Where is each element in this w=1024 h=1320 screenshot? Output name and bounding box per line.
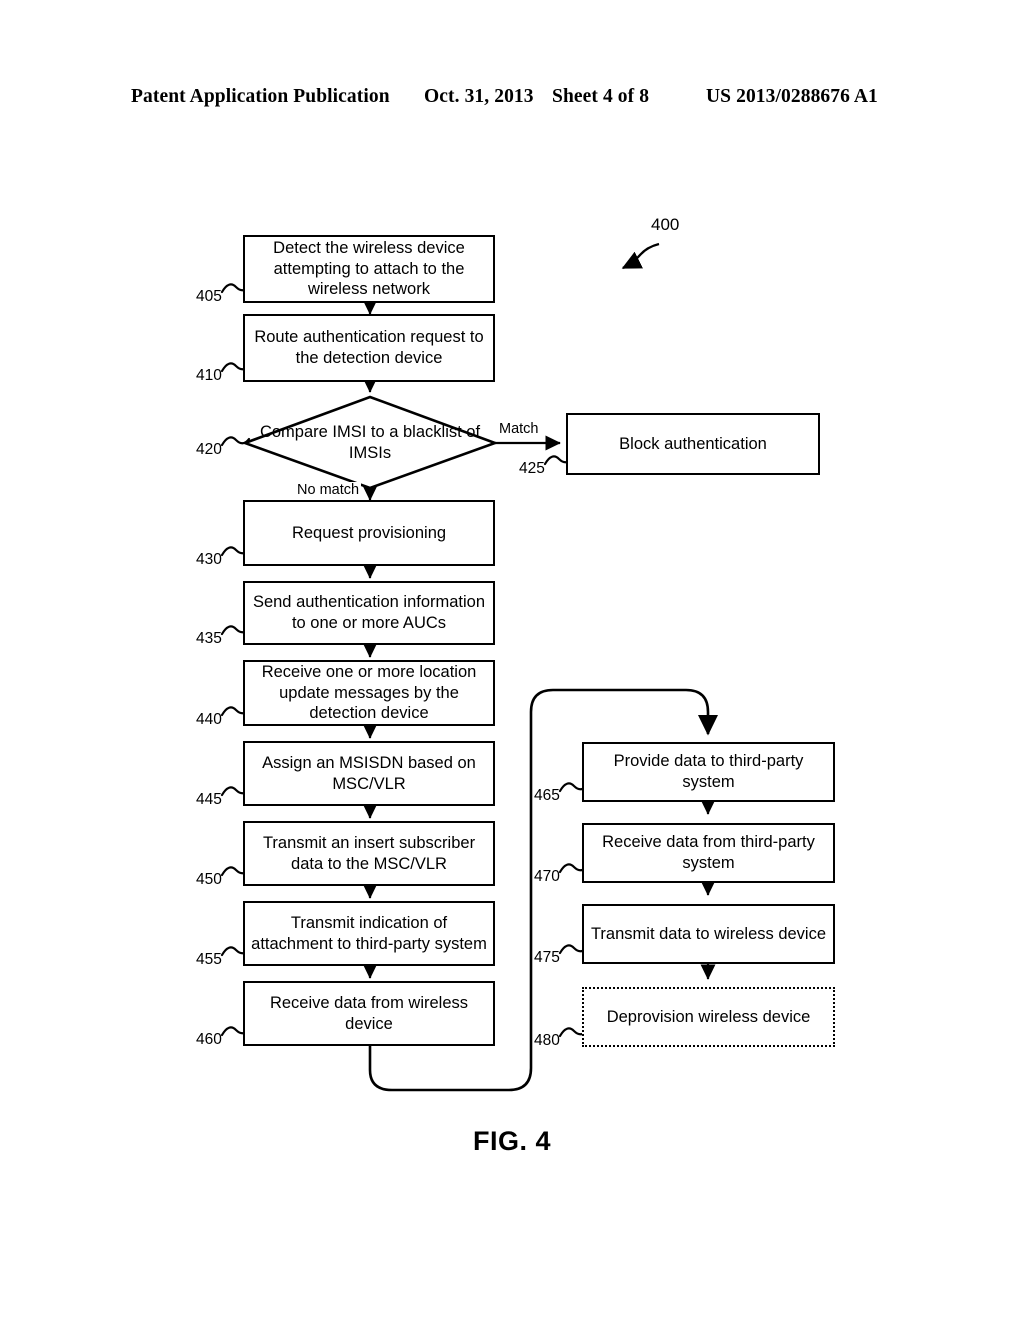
figure-caption: FIG. 4	[472, 1126, 551, 1156]
node-405-detect-wireless-device: Detect the wireless device attempting to…	[243, 235, 495, 303]
refnum-445: 445	[196, 791, 222, 808]
refnum-460: 460	[196, 1031, 222, 1048]
refnum-440: 440	[196, 711, 222, 728]
node-410-label: Route authentication request to the dete…	[254, 328, 484, 367]
node-440-label: Receive one or more location update mess…	[261, 662, 477, 723]
node-465-label: Provide data to third-party system	[613, 752, 804, 791]
refnum-465: 465	[534, 787, 560, 804]
refnum-420: 420	[196, 441, 222, 458]
patent-figure-page: Patent Application Publication Oct. 31, …	[0, 0, 1024, 1320]
node-455-transmit-indication-of-attachment: Transmit indication of attachment to thi…	[243, 901, 495, 966]
figure-tag-arrow	[621, 242, 660, 270]
refnum-425: 425	[519, 460, 545, 477]
node-425-block-authentication: Block authentication	[566, 413, 820, 475]
node-450-label: Transmit an insert subscriber data to th…	[262, 833, 476, 873]
node-430-request-provisioning: Request provisioning	[243, 500, 495, 566]
node-480-label: Deprovision wireless device	[606, 1007, 811, 1026]
node-440-receive-location-update-messages: Receive one or more location update mess…	[243, 660, 495, 726]
node-405-label: Detect the wireless device attempting to…	[273, 238, 465, 299]
node-445-label: Assign an MSISDN based on MSC/VLR	[262, 753, 476, 793]
node-425-label: Block authentication	[619, 434, 767, 453]
node-475-transmit-data-to-wireless-device: Transmit data to wireless device	[582, 904, 835, 964]
flowchart-connectors	[220, 242, 719, 1092]
node-465-provide-data-to-third-party: Provide data to third-party system	[582, 742, 835, 802]
refnum-480: 480	[534, 1032, 560, 1049]
node-470-receive-data-from-third-party: Receive data from third-party system	[582, 823, 835, 883]
refnum-405: 405	[196, 288, 222, 305]
node-470-label: Receive data from third-party system	[602, 833, 815, 872]
edge-label-match: Match	[497, 421, 541, 437]
refnum-410: 410	[196, 367, 222, 384]
flowchart: 400 Detect the wireless device attemptin…	[0, 0, 1024, 1320]
node-420-compare-imsi-decision: Compare IMSI to a blacklist of IMSIs	[245, 397, 495, 488]
node-410-route-authentication-request: Route authentication request to the dete…	[243, 314, 495, 382]
figure-tag-400: 400	[651, 215, 680, 234]
node-435-label: Send authentication information to one o…	[252, 593, 486, 632]
node-445-assign-msisdn: Assign an MSISDN based on MSC/VLR	[243, 741, 495, 806]
node-455-label: Transmit indication of attachment to thi…	[251, 913, 487, 953]
refnum-435: 435	[196, 630, 222, 647]
node-420-label: Compare IMSI to a blacklist of IMSIs	[259, 422, 481, 462]
refnum-475: 475	[534, 949, 560, 966]
node-460-label: Receive data from wireless device	[269, 993, 469, 1033]
edge-label-no-match: No match	[295, 482, 362, 498]
node-460-receive-data-from-wireless-device: Receive data from wireless device	[243, 981, 495, 1046]
refnum-455: 455	[196, 951, 222, 968]
refnum-430: 430	[196, 551, 222, 568]
refnum-450: 450	[196, 871, 222, 888]
node-430-label: Request provisioning	[291, 523, 447, 542]
node-450-transmit-insert-subscriber-data: Transmit an insert subscriber data to th…	[243, 821, 495, 886]
node-475-label: Transmit data to wireless device	[590, 924, 827, 943]
node-435-send-authentication-information: Send authentication information to one o…	[243, 581, 495, 645]
refnum-470: 470	[534, 868, 560, 885]
node-480-deprovision-wireless-device: Deprovision wireless device	[582, 987, 835, 1047]
